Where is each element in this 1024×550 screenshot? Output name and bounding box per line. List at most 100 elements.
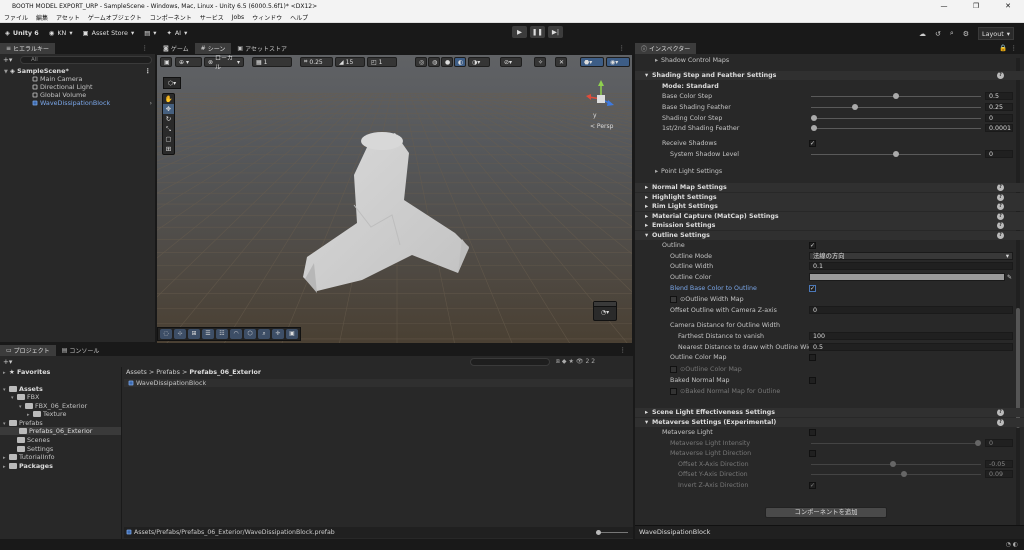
- settings-icon[interactable]: ⚙: [963, 30, 969, 38]
- effects-dropdown[interactable]: ⬣▾: [580, 57, 604, 67]
- 2d-toggle[interactable]: ⊘▾: [500, 57, 522, 67]
- search-icon[interactable]: ⌕: [950, 29, 954, 38]
- grid-dropdown[interactable]: ▦ 1: [252, 57, 292, 67]
- hierarchy-item[interactable]: Directional Light: [0, 83, 155, 91]
- align-icon[interactable]: ⊹: [174, 329, 186, 339]
- tab-console[interactable]: ▤ コンソール: [56, 345, 106, 356]
- tree-item[interactable]: Settings: [0, 445, 121, 453]
- star-icon[interactable]: ★: [568, 358, 575, 365]
- menu-component[interactable]: コンポーネント: [146, 13, 196, 22]
- maximize-icon[interactable]: ❐: [960, 0, 992, 12]
- history-icon[interactable]: ↺: [935, 30, 941, 38]
- snap-grid-icon[interactable]: ⊞: [188, 329, 200, 339]
- favorites-item[interactable]: ▸ ★ Favorites: [0, 368, 121, 376]
- tree-item[interactable]: ▾ FBX: [0, 393, 121, 401]
- tool-handle-button[interactable]: ▣: [160, 57, 172, 67]
- unity-menu-button[interactable]: ◈ Unity 6: [0, 26, 44, 39]
- orientation-gizmo[interactable]: y: [583, 79, 619, 119]
- more-icon[interactable]: ⋮: [142, 44, 152, 52]
- tree-item-selected[interactable]: Prefabs_06_Exterior: [0, 427, 121, 435]
- close-icon[interactable]: ✕: [992, 0, 1024, 12]
- chevron-right-icon[interactable]: ›: [149, 99, 152, 107]
- tree-item[interactable]: ▸ Packages: [0, 462, 121, 470]
- vertex-icon[interactable]: ⬡: [244, 329, 256, 339]
- more-icon[interactable]: ⋮: [620, 346, 630, 354]
- pivot-dropdown[interactable]: ⊕ ▾: [175, 57, 202, 67]
- more-icon[interactable]: ⋮: [145, 67, 151, 75]
- tab-inspector[interactable]: ⓘ インスペクター: [635, 43, 697, 54]
- hierarchy-item-selected[interactable]: WaveDissipationBlock ›: [0, 99, 155, 107]
- layout-dropdown[interactable]: Layout ▾: [978, 27, 1014, 40]
- breadcrumb-item[interactable]: Prefabs: [156, 368, 180, 376]
- snap-increment[interactable]: ◢ 15: [335, 57, 365, 67]
- pivot-center-icon[interactable]: ✛: [272, 329, 284, 339]
- add-icon[interactable]: +▾: [3, 358, 12, 366]
- scale-snap[interactable]: ◰ 1: [367, 57, 397, 67]
- cloud-icon[interactable]: ☁: [919, 30, 926, 38]
- menu-file[interactable]: ファイル: [0, 13, 32, 22]
- tree-item[interactable]: ▾ Assets: [0, 385, 121, 393]
- shading-wireframe-icon[interactable]: ◍: [428, 57, 440, 67]
- tree-item[interactable]: ▸ Texture: [0, 410, 121, 418]
- menu-gameobject[interactable]: ゲームオブジェクト: [84, 13, 146, 22]
- tab-game[interactable]: ◙ ゲーム: [157, 43, 195, 54]
- render-mode-dropdown[interactable]: ◑▾: [468, 57, 490, 67]
- breadcrumb-item[interactable]: Prefabs_06_Exterior: [189, 368, 261, 376]
- scale-tool-icon[interactable]: ⤡: [163, 124, 174, 134]
- project-search-input[interactable]: [470, 358, 550, 366]
- persp-label[interactable]: < Persp: [590, 123, 613, 130]
- audio-toggle[interactable]: ✕: [555, 57, 567, 67]
- play-button[interactable]: ▶: [512, 26, 527, 38]
- asset-item[interactable]: WaveDissipationBlock: [124, 379, 633, 387]
- lighting-toggle[interactable]: ✧: [534, 57, 546, 67]
- tree-item[interactable]: ▾ Prefabs: [0, 419, 121, 427]
- asset-store-button[interactable]: ▣ Asset Store ▾: [78, 26, 140, 39]
- ai-button[interactable]: ✦ AI ▾: [161, 26, 192, 39]
- scrollbar[interactable]: [1016, 58, 1020, 538]
- move-tool-icon[interactable]: ✥: [163, 104, 174, 114]
- hierarchy-item[interactable]: Main Camera: [0, 75, 155, 83]
- view-icon[interactable]: ◌: [160, 329, 172, 339]
- icon-size-slider[interactable]: [596, 530, 628, 535]
- gizmo-icon[interactable]: ◎: [415, 57, 427, 67]
- camera-preview-icon[interactable]: ▣: [286, 329, 298, 339]
- camera-overlay[interactable]: ◔▾: [593, 301, 617, 321]
- hand-tool-icon[interactable]: ✋: [163, 94, 174, 104]
- shading-textured-icon[interactable]: ◐: [454, 57, 466, 67]
- tab-scene[interactable]: # シーン: [194, 43, 232, 54]
- tree-item[interactable]: ▾ FBX_06_Exterior: [0, 402, 121, 410]
- snap-dropdown[interactable]: ⌗ 0.25: [300, 57, 333, 67]
- rotate-tool-icon[interactable]: ↻: [163, 114, 174, 124]
- menu-help[interactable]: ヘルプ: [286, 13, 312, 22]
- hierarchy-item[interactable]: Global Volume: [0, 91, 155, 99]
- menu-window[interactable]: ウィンドウ: [248, 13, 286, 22]
- hierarchy-search-input[interactable]: All: [20, 56, 152, 64]
- minimize-icon[interactable]: —: [928, 0, 960, 12]
- tree-item[interactable]: Scenes: [0, 436, 121, 444]
- align-left-icon[interactable]: ☰: [202, 329, 214, 339]
- arc-icon[interactable]: ◠: [230, 329, 242, 339]
- lock-icon[interactable]: 🔒⋮: [999, 44, 1020, 52]
- tree-item[interactable]: ▸ TutorialInfo: [0, 453, 121, 461]
- scene-root[interactable]: ▼ ◈ SampleScene* ⋮: [0, 67, 155, 75]
- shading-solid-icon[interactable]: ●: [441, 57, 453, 67]
- tab-asset-store[interactable]: ▣ アセットストア: [231, 43, 293, 54]
- local-dropdown[interactable]: ⊗ ローカル ▾: [204, 55, 244, 71]
- pause-button[interactable]: ❚❚: [530, 26, 545, 38]
- package-button[interactable]: ▤ ▾: [139, 26, 161, 39]
- tab-project[interactable]: ▭ プロジェクト: [0, 345, 56, 356]
- overlay-menu-button[interactable]: ⬡▾: [163, 77, 181, 89]
- transform-tool-icon[interactable]: ⊞: [163, 144, 174, 154]
- rect-tool-icon[interactable]: ▢: [163, 134, 174, 144]
- menu-services[interactable]: サービス: [196, 13, 228, 22]
- more-icon[interactable]: ⋮: [619, 44, 629, 52]
- align-center-icon[interactable]: ☷: [216, 329, 228, 339]
- menu-jobs[interactable]: Jobs: [228, 14, 248, 21]
- breadcrumb-item[interactable]: Assets: [126, 368, 147, 376]
- visibility-dropdown[interactable]: ◉▾: [606, 57, 630, 67]
- menu-edit[interactable]: 編集: [32, 13, 52, 22]
- account-button[interactable]: ◉ KN ▾: [44, 26, 78, 39]
- scene-view[interactable]: ▣ ⊕ ▾ ⊗ ローカル ▾ ▦ 1 ⌗ 0.25 ◢ 15 ◰ 1 ◎ ◍ ● ◐ ◑▾ ⊘…: [157, 55, 632, 343]
- step-button[interactable]: ▶|: [548, 26, 563, 38]
- menu-assets[interactable]: アセット: [52, 13, 84, 22]
